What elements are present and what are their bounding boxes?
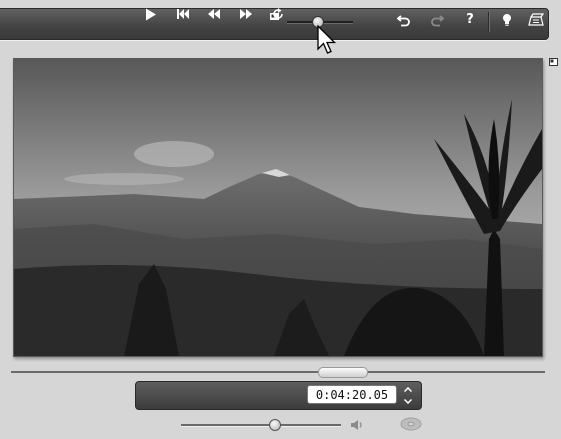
help-button[interactable]: ?	[462, 12, 478, 28]
speaker-icon[interactable]	[350, 418, 364, 432]
mouse-pointer-icon	[317, 25, 337, 54]
export-icon	[528, 13, 545, 26]
timecode-decrement-button[interactable]	[402, 396, 414, 406]
lightbulb-icon	[503, 14, 511, 26]
loop-button[interactable]	[270, 6, 286, 22]
go-to-start-icon	[177, 9, 189, 19]
undo-button[interactable]	[396, 12, 412, 28]
volume-slider-handle[interactable]	[268, 419, 281, 431]
undo-icon	[397, 15, 410, 27]
rewind-icon	[208, 9, 220, 19]
video-preview[interactable]	[13, 58, 543, 357]
toolbar-divider	[488, 12, 490, 32]
redo-button[interactable]	[429, 12, 445, 28]
fast-forward-button[interactable]	[238, 6, 254, 22]
play-icon	[146, 8, 156, 20]
redo-icon	[431, 15, 444, 27]
chevron-down-icon	[404, 398, 412, 404]
fast-forward-icon	[240, 9, 252, 19]
go-to-start-button[interactable]	[175, 6, 191, 22]
help-icon: ?	[466, 12, 474, 27]
export-button[interactable]	[526, 12, 546, 28]
timeline-scrubber-handle[interactable]	[318, 367, 369, 378]
play-button[interactable]	[143, 6, 159, 22]
timeline-scrubber-track[interactable]	[11, 371, 545, 373]
tips-button[interactable]	[499, 12, 515, 28]
rewind-button[interactable]	[206, 6, 222, 22]
thumbnail-icon[interactable]	[549, 58, 558, 66]
disc-icon[interactable]	[399, 416, 423, 432]
preview-frame	[14, 59, 542, 356]
volume-slider-track[interactable]	[181, 424, 341, 427]
chevron-up-icon	[404, 386, 412, 392]
timecode-field[interactable]: 0:04:20.05	[307, 385, 397, 404]
timecode-increment-button[interactable]	[402, 384, 414, 394]
loop-icon	[273, 8, 283, 19]
